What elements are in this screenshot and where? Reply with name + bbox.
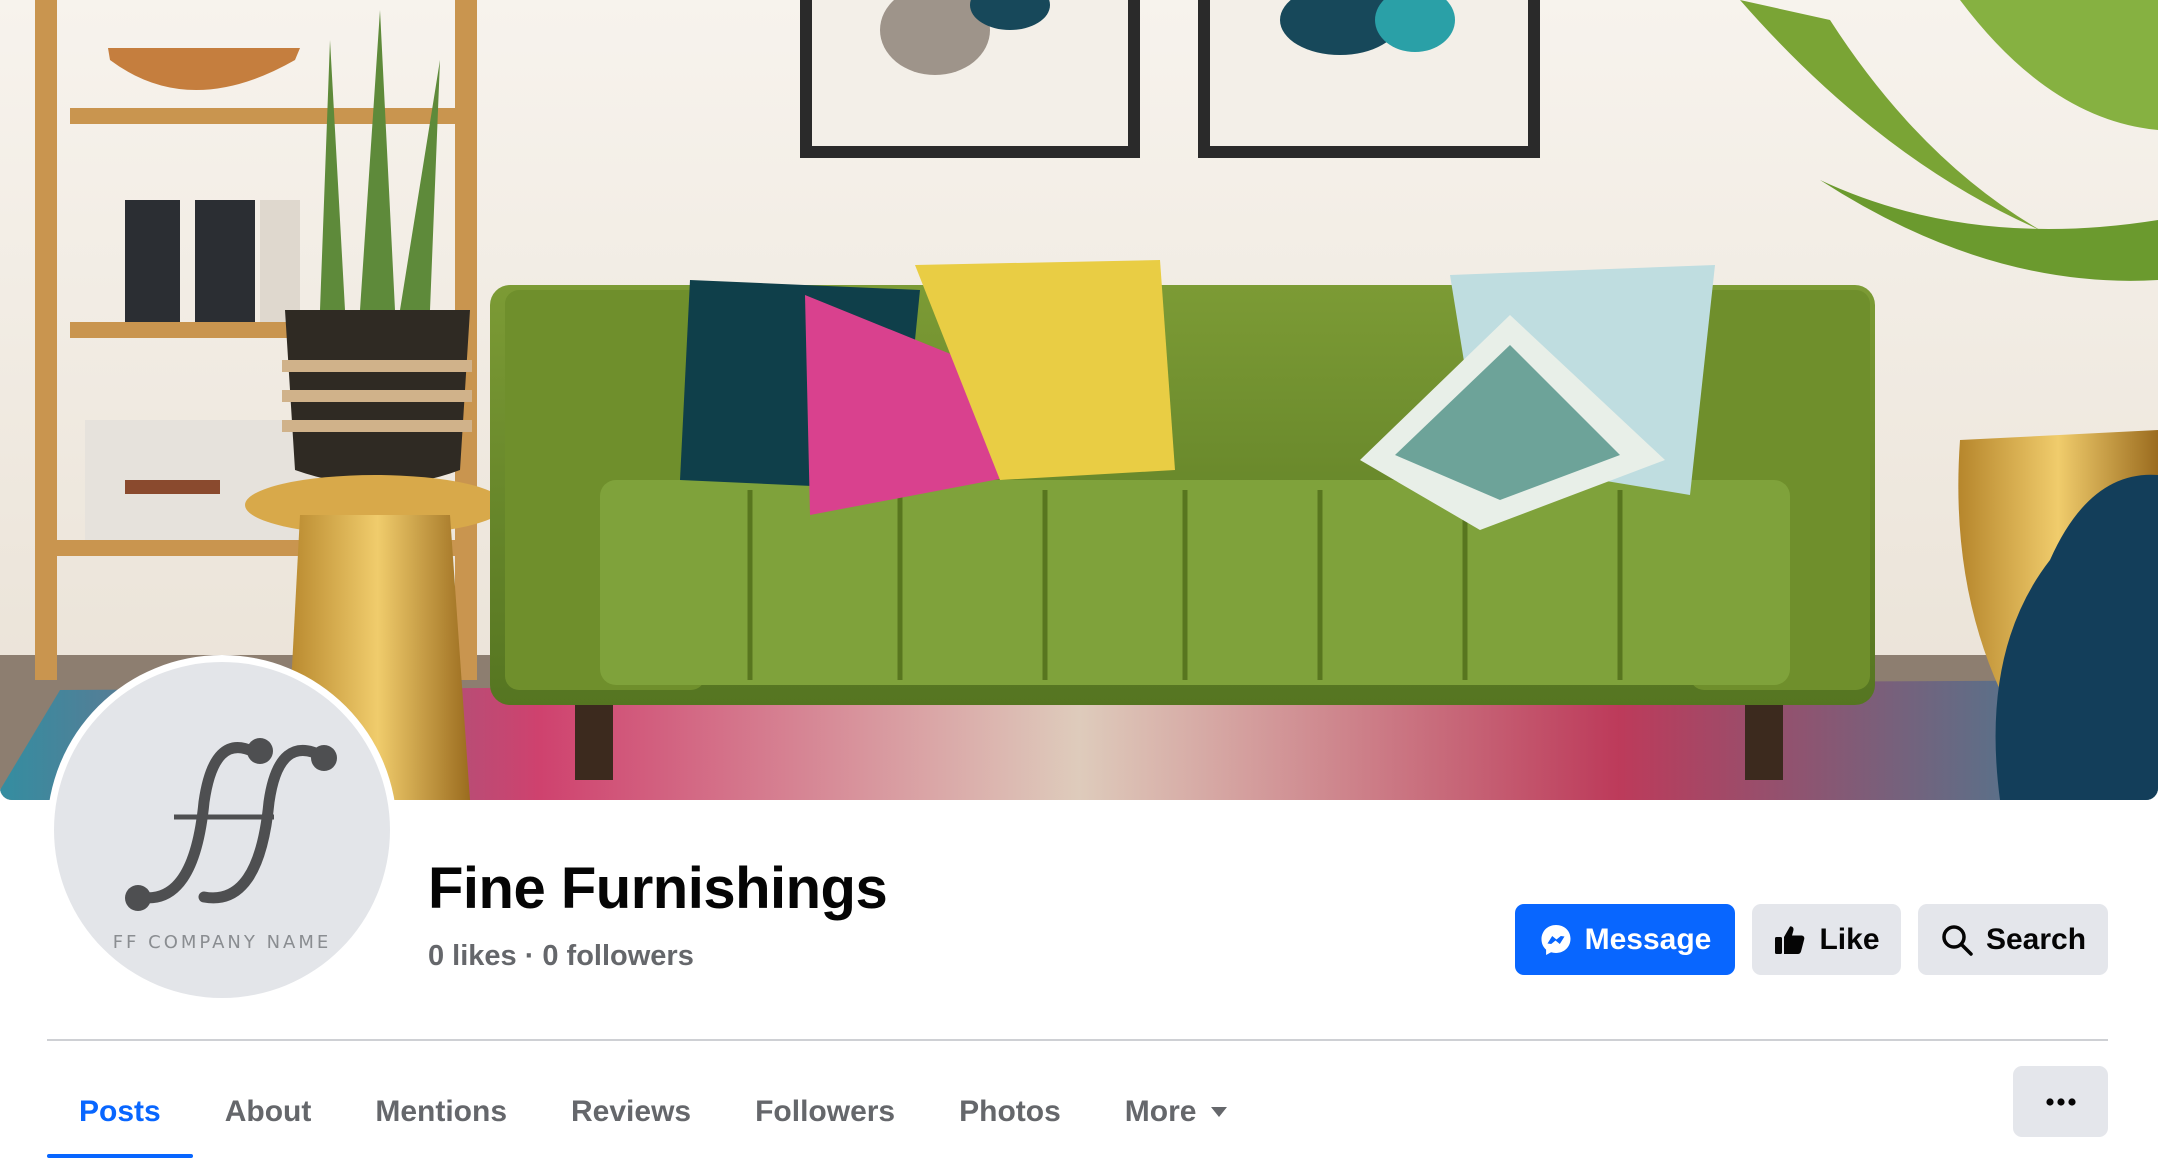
tab-label: Reviews <box>571 1095 692 1128</box>
like-button[interactable]: Like <box>1752 904 1901 975</box>
tab-label: About <box>224 1095 312 1128</box>
profile-picture[interactable]: FF COMPANY NAME <box>47 655 397 1005</box>
message-button-label: Message <box>1584 922 1712 956</box>
page-title: Fine Furnishings <box>428 856 888 921</box>
like-button-label: Like <box>1819 922 1880 956</box>
avatar: FF COMPANY NAME <box>54 662 390 998</box>
message-button[interactable]: Message <box>1515 904 1735 975</box>
tab-label: Mentions <box>375 1095 508 1128</box>
tab-mentions[interactable]: Mentions <box>343 1066 539 1158</box>
thumbs-up-icon <box>1773 923 1807 957</box>
likes-count[interactable]: 0 likes <box>428 940 517 972</box>
search-icon <box>1940 923 1974 957</box>
stats-separator: · <box>524 940 535 972</box>
more-options-button[interactable] <box>2013 1066 2108 1137</box>
more-dots-icon <box>2045 1093 2076 1111</box>
tab-label: More <box>1124 1095 1197 1128</box>
search-button-label: Search <box>1985 922 2087 956</box>
tab-followers[interactable]: Followers <box>723 1066 927 1158</box>
page-stats: 0 likes · 0 followers <box>428 940 694 973</box>
messenger-icon <box>1539 923 1573 957</box>
header-divider <box>47 1039 2108 1041</box>
tab-posts[interactable]: Posts <box>47 1066 193 1158</box>
followers-count[interactable]: 0 followers <box>542 940 694 972</box>
page-tabs: Posts About Mentions Reviews Followers P… <box>47 1066 1260 1158</box>
caret-down-icon <box>1210 1106 1228 1118</box>
tab-photos[interactable]: Photos <box>927 1066 1093 1158</box>
avatar-caption: FF COMPANY NAME <box>112 932 332 953</box>
tab-about[interactable]: About <box>193 1066 344 1158</box>
page-actions: Message Like Search <box>1515 904 2108 975</box>
tab-label: Photos <box>959 1095 1061 1128</box>
tab-label: Followers <box>755 1095 896 1128</box>
tab-more[interactable]: More <box>1093 1066 1261 1158</box>
tab-label: Posts <box>79 1095 161 1128</box>
search-button[interactable]: Search <box>1918 904 2108 975</box>
tab-reviews[interactable]: Reviews <box>539 1066 723 1158</box>
